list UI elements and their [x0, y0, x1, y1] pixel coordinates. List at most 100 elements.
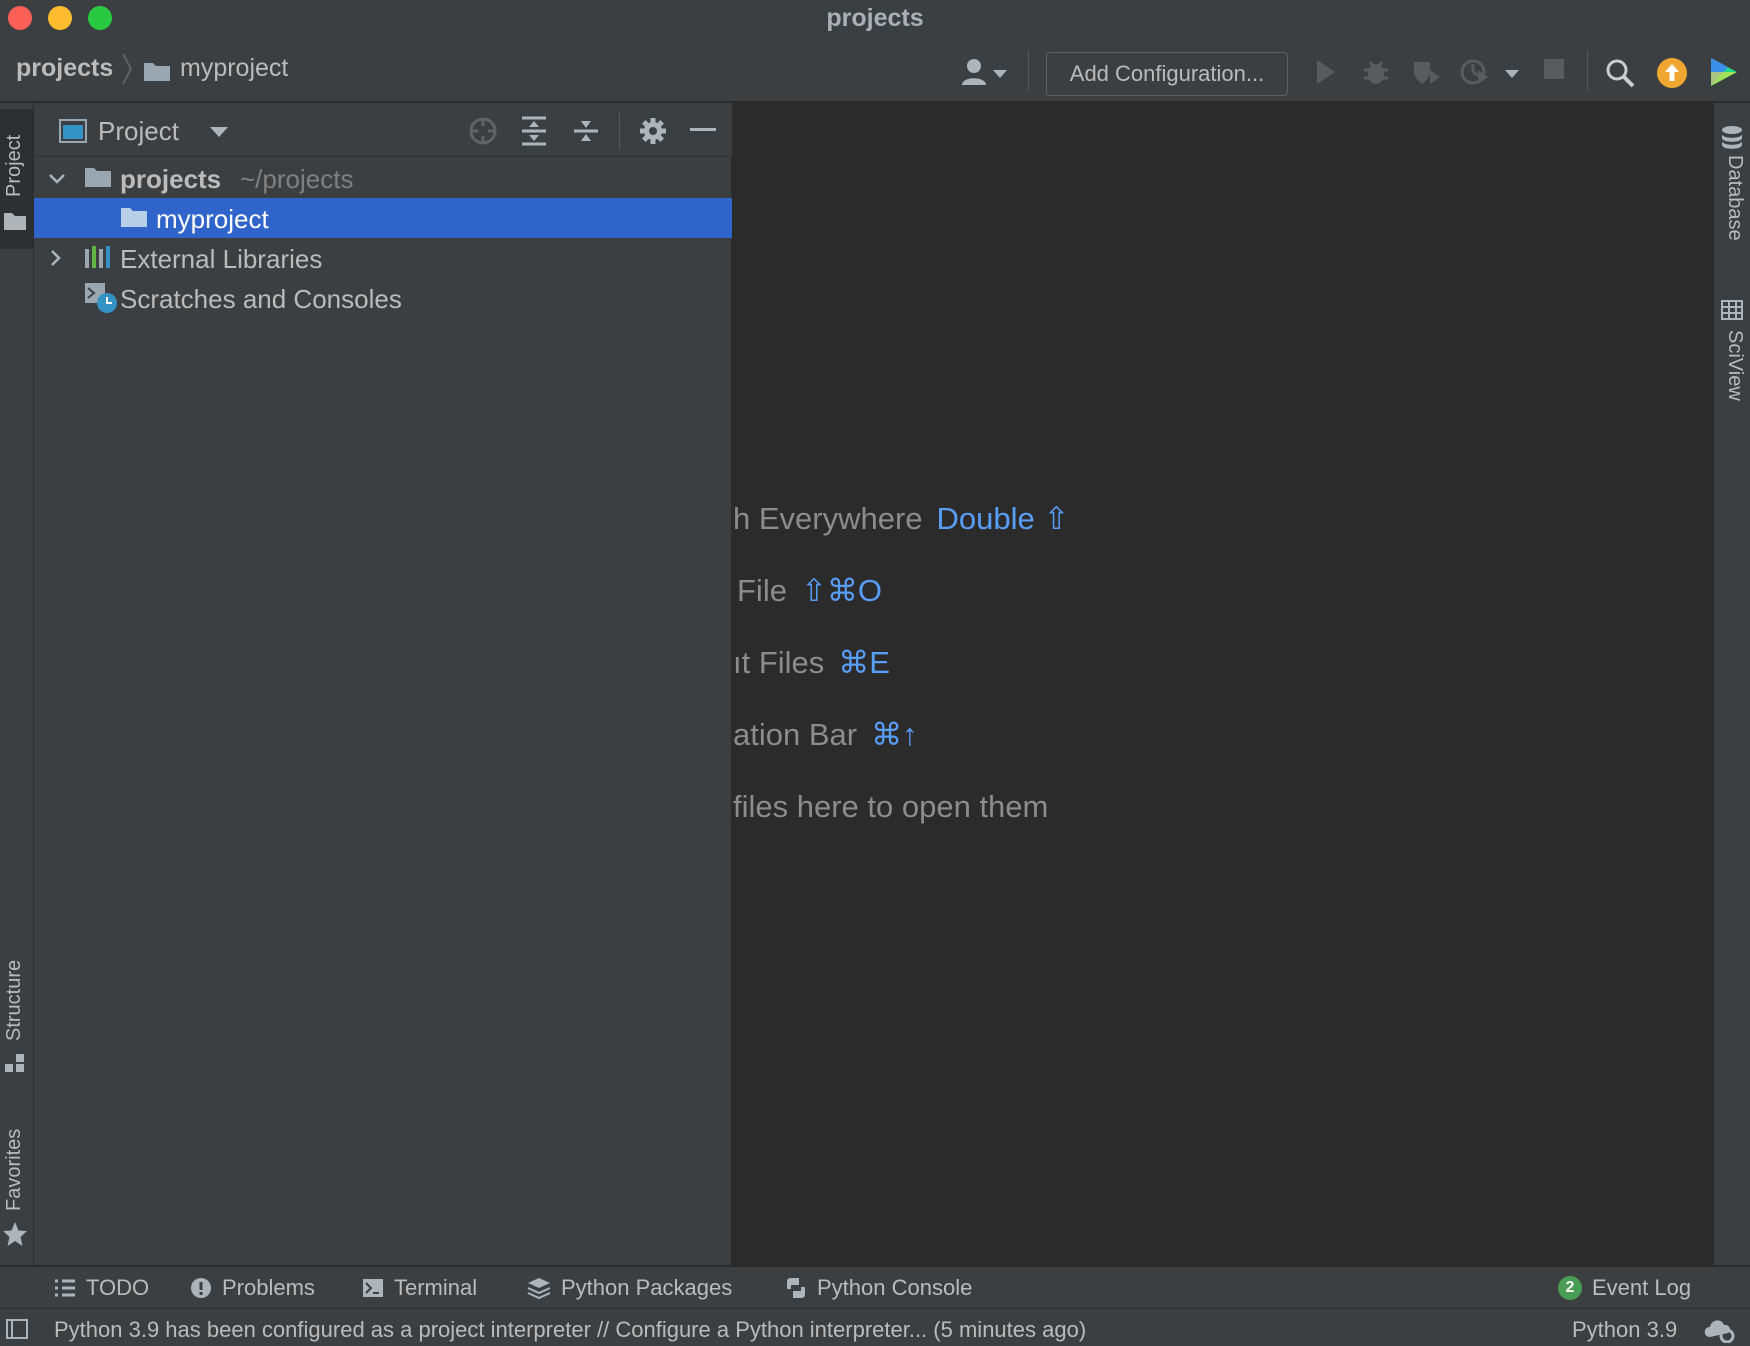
- run-icon[interactable]: [1314, 58, 1338, 86]
- structure-tool-button[interactable]: Structure: [0, 933, 33, 1083]
- title-bar: projects: [0, 0, 1750, 36]
- collapse-all-icon[interactable]: [572, 116, 600, 146]
- locate-icon[interactable]: [468, 116, 498, 146]
- list-icon: [55, 1279, 75, 1297]
- database-tool-button[interactable]: Database: [1714, 113, 1750, 263]
- event-count-badge: 2: [1558, 1276, 1582, 1300]
- star-icon: [3, 1222, 27, 1246]
- tree-item-label: Scratches and Consoles: [120, 284, 402, 314]
- structure-tool-label[interactable]: Structure: [3, 960, 26, 1041]
- folder-icon: [144, 63, 170, 81]
- favorites-tool-button[interactable]: Favorites: [0, 1103, 33, 1253]
- stop-icon[interactable]: [1543, 58, 1565, 80]
- search-icon[interactable]: [1605, 58, 1635, 88]
- hint-shortcut: ⇧⌘O: [800, 573, 883, 608]
- warning-icon: [191, 1278, 211, 1298]
- structure-icon: [5, 1054, 24, 1072]
- hint-drop-files: files here to open them: [733, 789, 1048, 825]
- tree-item-scratches[interactable]: Scratches and Consoles: [34, 278, 732, 318]
- folder-icon: [4, 213, 26, 230]
- python-console-tool-button[interactable]: Python Console: [785, 1267, 972, 1309]
- project-view-icon: [59, 119, 87, 143]
- tree-item-path: ~/projects: [240, 164, 354, 194]
- update-icon[interactable]: [1657, 58, 1687, 88]
- bottom-tool-bar: TODO Problems Terminal Python Packages P…: [0, 1266, 1750, 1308]
- terminal-tool-button[interactable]: Terminal: [362, 1267, 477, 1309]
- problems-tool-button[interactable]: Problems: [190, 1267, 315, 1309]
- tree-item-label: External Libraries: [120, 244, 323, 274]
- hint-text: h Everywhere: [733, 501, 923, 536]
- tree-item-projects[interactable]: projects ~/projects: [34, 158, 732, 198]
- todo-label: TODO: [86, 1275, 150, 1300]
- hint-search-everywhere: h Everywhere Double ⇧: [733, 501, 1069, 537]
- status-bar: Python 3.9 has been configured as a proj…: [0, 1308, 1750, 1346]
- folder-icon: [85, 168, 111, 187]
- tree-item-label: projects: [120, 164, 222, 194]
- chevron-right-icon[interactable]: [50, 249, 62, 267]
- terminal-label: Terminal: [394, 1275, 478, 1300]
- project-panel-header: Project: [34, 103, 732, 157]
- scratches-icon: [85, 283, 117, 313]
- python-icon: [787, 1278, 805, 1298]
- hint-navigation-bar: ation Bar ⌘↑: [733, 717, 918, 753]
- navigation-bar: projects myproject Add Configuration...: [0, 36, 1750, 102]
- toolbox-icon[interactable]: [1708, 56, 1740, 88]
- database-tool-label[interactable]: Database: [1723, 155, 1746, 241]
- event-log-tool-button[interactable]: 2 Event Log: [1558, 1267, 1691, 1309]
- coverage-icon[interactable]: [1412, 58, 1442, 86]
- hint-text: files here to open them: [733, 789, 1049, 824]
- folder-icon: [121, 208, 147, 227]
- breadcrumb-child[interactable]: myproject: [180, 54, 288, 83]
- interpreter-selector[interactable]: Python 3.9: [1572, 1317, 1677, 1343]
- chevron-down-icon[interactable]: [1505, 70, 1519, 79]
- hint-text: File: [737, 573, 787, 608]
- breadcrumb-separator-icon: [122, 53, 133, 85]
- sciview-tool-label[interactable]: SciView: [1723, 330, 1746, 401]
- user-icon[interactable]: [960, 58, 990, 86]
- status-message[interactable]: Python 3.9 has been configured as a proj…: [54, 1317, 1086, 1343]
- chevron-down-icon[interactable]: [48, 173, 66, 185]
- project-view-selector[interactable]: Project: [98, 116, 179, 147]
- library-icon: [85, 246, 110, 268]
- layers-icon: [527, 1278, 551, 1299]
- tree-item-label: myproject: [156, 204, 269, 234]
- expand-all-icon[interactable]: [520, 116, 548, 146]
- editor-empty-area[interactable]: h Everywhere Double ⇧ File ⇧⌘O ıt Files ⌘E …: [733, 103, 1713, 1265]
- chevron-down-icon[interactable]: [993, 70, 1007, 79]
- todo-tool-button[interactable]: TODO: [54, 1267, 149, 1309]
- project-tool-button[interactable]: Project: [0, 109, 33, 249]
- sciview-tool-button[interactable]: SciView: [1714, 288, 1750, 438]
- hint-shortcut: Double ⇧: [936, 501, 1070, 536]
- window-title: projects: [826, 4, 924, 32]
- sciview-icon: [1721, 300, 1743, 320]
- python-packages-label: Python Packages: [561, 1275, 733, 1300]
- hint-text: ıt Files: [733, 645, 825, 680]
- chevron-down-icon[interactable]: [210, 127, 228, 138]
- project-tool-label[interactable]: Project: [3, 135, 26, 197]
- hint-text: ation Bar: [733, 717, 858, 752]
- terminal-icon: [363, 1279, 383, 1297]
- python-console-label: Python Console: [817, 1275, 973, 1300]
- toggle-tool-windows-icon[interactable]: [6, 1319, 28, 1339]
- hint-shortcut: ⌘↑: [871, 717, 918, 752]
- problems-label: Problems: [222, 1275, 315, 1300]
- hint-goto-file: File ⇧⌘O: [737, 573, 882, 609]
- toolbar-divider: [1028, 50, 1029, 90]
- toolbar-divider: [1587, 50, 1588, 90]
- add-configuration-button[interactable]: Add Configuration...: [1046, 52, 1288, 96]
- favorites-tool-label[interactable]: Favorites: [3, 1129, 26, 1211]
- tree-item-myproject[interactable]: myproject: [34, 198, 732, 238]
- gear-icon[interactable]: [638, 116, 668, 146]
- project-panel: Project projects ~/projects myproject Ex…: [34, 103, 732, 1265]
- right-tool-strip: Database SciView: [1713, 103, 1750, 1265]
- header-divider: [619, 113, 620, 149]
- cloud-settings-icon[interactable]: [1702, 1315, 1736, 1343]
- breadcrumb-root[interactable]: projects: [16, 54, 113, 83]
- hide-panel-icon[interactable]: [690, 128, 716, 132]
- profile-icon[interactable]: [1460, 58, 1490, 86]
- event-log-label: Event Log: [1592, 1275, 1692, 1300]
- tree-item-external-libraries[interactable]: External Libraries: [34, 238, 732, 278]
- python-packages-tool-button[interactable]: Python Packages: [527, 1267, 732, 1309]
- hint-shortcut: ⌘E: [838, 645, 890, 680]
- debug-icon[interactable]: [1362, 58, 1390, 86]
